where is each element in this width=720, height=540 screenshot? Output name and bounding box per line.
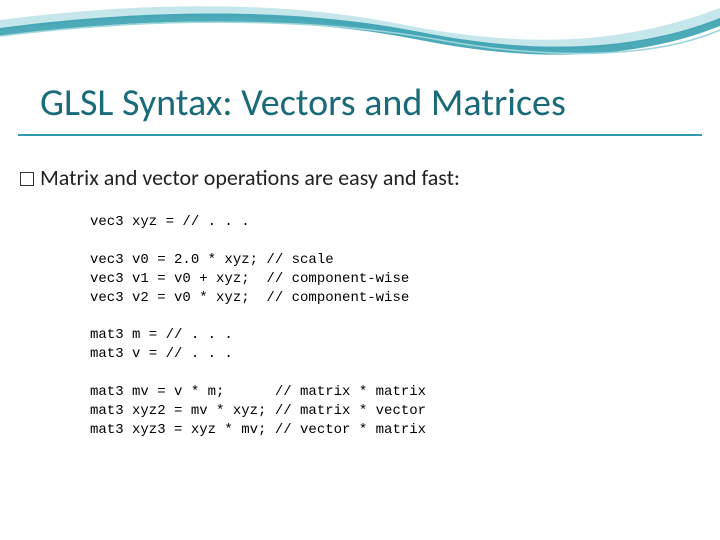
subtitle-text: Matrix and vector operations are easy an… bbox=[40, 164, 460, 191]
slide-title: GLSL Syntax: Vectors and Matrices bbox=[0, 0, 720, 126]
code-block: vec3 xyz = // . . . vec3 v0 = 2.0 * xyz;… bbox=[0, 191, 720, 440]
slide-subtitle: Matrix and vector operations are easy an… bbox=[0, 136, 720, 191]
bullet-icon bbox=[20, 172, 34, 186]
